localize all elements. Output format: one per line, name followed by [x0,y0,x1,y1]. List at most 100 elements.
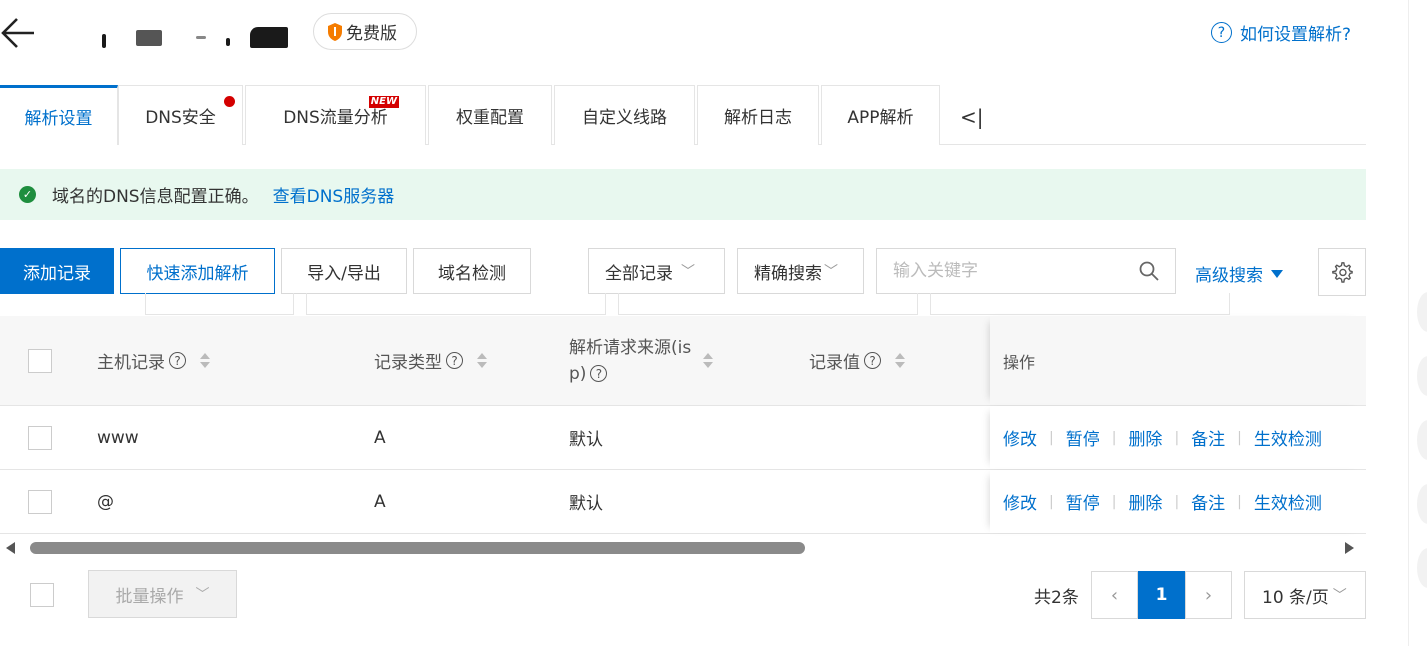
sort-icon[interactable] [895,353,905,368]
dns-status-notice: ✓ 域名的DNS信息配置正确。 查看DNS服务器 [0,169,1366,220]
batch-actions-button[interactable]: 批量操作 ﹀ [88,570,237,618]
tab-custom-line[interactable]: 自定义线路 [554,85,695,145]
side-panel-button[interactable] [1417,356,1427,396]
footer-select-all-checkbox[interactable] [30,583,54,607]
col-isp-label-cont: p) [569,363,587,384]
row-checkbox[interactable] [28,425,52,450]
page-size-select[interactable]: 10 条/页 ﹀ [1244,571,1366,619]
prev-page-button[interactable]: ‹ [1091,571,1138,619]
col-actions-label: 操作 [1003,352,1036,372]
search-icon[interactable] [1139,261,1159,281]
tab-dns-security[interactable]: DNS安全 [118,85,243,145]
page-button[interactable]: 1 [1138,571,1185,619]
records-table: 主机记录 ? 记录类型 ? 解析请求来源(is p)? 记录值 ? 操作 www [0,316,1366,534]
question-icon[interactable]: ? [864,352,881,369]
search-input[interactable] [893,261,1133,281]
arrow-left-icon [1,18,34,48]
check-effect-link[interactable]: 生效检测 [1254,425,1322,450]
row-checkbox[interactable] [28,489,52,514]
select-all-cell [28,316,52,405]
settings-button[interactable] [1318,248,1366,296]
tab-label: 权重配置 [456,108,524,128]
chevron-down-icon: ﹀ [195,587,210,603]
col-isp: 解析请求来源(is p)? [569,316,714,405]
scroll-left-icon[interactable] [6,542,15,554]
scroll-right-icon[interactable] [1345,542,1354,554]
note-link[interactable]: 备注 [1191,489,1225,514]
side-panel-button[interactable] [1417,484,1427,524]
question-icon: ? [1211,22,1232,43]
page-size-value: 10 条/页 [1262,587,1329,608]
advanced-field [306,293,606,315]
domain-check-button[interactable]: 域名检测 [413,248,531,294]
search-mode-select[interactable]: 精确搜索 ﹀ [737,248,864,294]
add-record-button[interactable]: 添加记录 [0,248,114,294]
note-link[interactable]: 备注 [1191,425,1225,450]
right-side-panel [1408,0,1427,646]
notice-text: 域名的DNS信息配置正确。 [52,187,259,207]
search-mode-value: 精确搜索 [754,263,822,284]
chevron-left-icon: ‹ [1110,584,1119,606]
isp-cell: 默认 [569,430,603,450]
side-panel-button[interactable] [1417,548,1427,588]
side-panel-button[interactable] [1417,420,1427,460]
tab-dns-settings[interactable]: 解析设置 [0,85,118,145]
notification-dot [224,96,235,107]
sort-icon[interactable] [703,353,714,368]
question-icon[interactable]: ? [590,365,608,382]
select-all-checkbox[interactable] [28,348,52,373]
chevron-down-icon: ﹀ [824,264,838,280]
help-link[interactable]: ? 如何设置解析? [1211,20,1351,45]
col-actions: 操作 [990,316,1366,405]
view-dns-servers-link[interactable]: 查看DNS服务器 [273,182,395,207]
scrollbar-thumb[interactable] [30,542,805,554]
tab-app-dns[interactable]: APP解析 [821,85,940,145]
advanced-search-toggle[interactable]: 高级搜索 [1195,261,1283,286]
next-page-button[interactable]: › [1185,571,1232,619]
tab-label: APP解析 [847,108,914,128]
sort-icon[interactable] [477,353,487,368]
sort-icon[interactable] [200,353,210,368]
tab-dns-traffic[interactable]: DNS流量分析 NEW [245,85,426,145]
col-host-label: 主机记录 [97,353,165,373]
edit-link[interactable]: 修改 [1003,425,1037,450]
help-link-label: 如何设置解析? [1240,25,1352,45]
delete-link[interactable]: 删除 [1128,489,1162,514]
question-icon[interactable]: ? [169,352,186,369]
col-value-label: 记录值 [809,353,860,373]
row-actions: 修改 | 暂停 | 删除 | 备注 | 生效检测 [990,406,1366,469]
total-count: 共2条 [1034,588,1079,608]
domain-name-redacted [96,24,292,50]
tab-dns-log[interactable]: 解析日志 [697,85,819,145]
quick-add-button[interactable]: 快速添加解析 [120,248,275,294]
gear-icon [1332,262,1353,283]
tab-bar: 解析设置 DNS安全 DNS流量分析 NEW 权重配置 自定义线路 解析日志 A… [0,85,1366,145]
side-panel-button[interactable] [1417,292,1427,332]
col-isp-label: 解析请求来源(is [569,337,692,358]
chevron-down-icon: ﹀ [681,264,695,280]
chevron-down-icon: ﹀ [1332,588,1347,604]
import-export-button[interactable]: 导入/导出 [281,248,407,294]
type-cell: A [374,427,386,448]
tab-label: 解析日志 [724,108,792,128]
edition-label: 免费版 [346,24,397,44]
advanced-field [930,293,1230,315]
delete-link[interactable]: 删除 [1128,425,1162,450]
pause-link[interactable]: 暂停 [1066,425,1100,450]
caret-down-icon [1271,269,1283,278]
pause-link[interactable]: 暂停 [1066,489,1100,514]
table-row: www A 默认 修改 | 暂停 | 删除 | 备注 | 生效检测 [0,406,1366,470]
tab-collapse-button[interactable]: <| [960,105,984,129]
tab-label: DNS安全 [145,108,216,128]
col-type-label: 记录类型 [374,353,442,373]
col-value: 记录值 ? [809,316,905,405]
tab-weight-config[interactable]: 权重配置 [428,85,552,145]
horizontal-scrollbar[interactable] [0,537,1366,559]
question-icon[interactable]: ? [446,352,463,369]
check-effect-link[interactable]: 生效检测 [1254,489,1322,514]
edit-link[interactable]: 修改 [1003,489,1037,514]
record-filter-select[interactable]: 全部记录 ﹀ [588,248,725,294]
batch-label: 批量操作 [115,586,184,607]
back-button[interactable] [0,16,36,50]
check-circle-icon: ✓ [19,186,36,203]
